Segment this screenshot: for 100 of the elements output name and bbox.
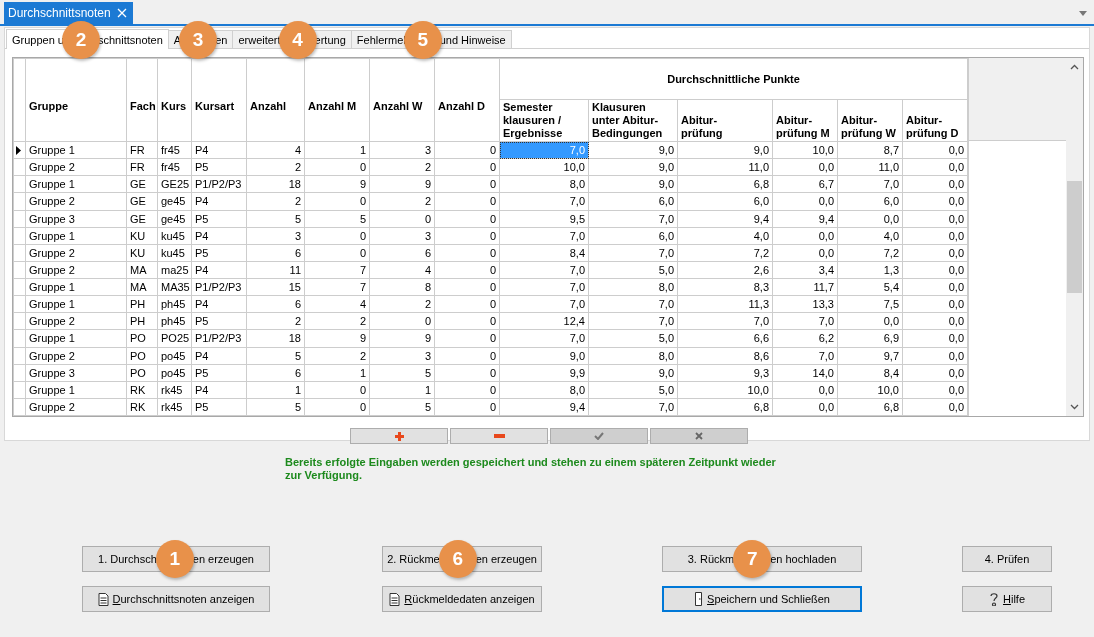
table-cell: 0,0	[948, 263, 965, 276]
table-cell: 9,0	[753, 144, 769, 157]
table-cell: 7,0	[658, 246, 674, 259]
column-header: Abitur- prüfung	[681, 114, 723, 139]
table-cell: 9,0	[658, 366, 674, 379]
table-cell: 4,0	[883, 229, 899, 242]
table-cell: 0,0	[948, 161, 965, 174]
table-cell: 11,7	[813, 281, 834, 294]
table-cell: 0,0	[818, 229, 834, 242]
table-cell: MA	[130, 281, 147, 294]
table-cell: 10,0	[877, 383, 899, 396]
table-cell: 2	[294, 315, 301, 328]
table-cell: 11,0	[748, 161, 769, 174]
table-cell: P4	[195, 195, 209, 208]
table-cell: PO	[130, 349, 146, 362]
table-cell: 2,6	[753, 263, 769, 276]
column-header: Klausuren unter Abitur- Bedingungen	[592, 101, 663, 139]
step-callout-overlay: 6	[438, 540, 477, 578]
table-cell: 0,0	[883, 212, 899, 225]
table-cell: 9,4	[753, 212, 769, 225]
table-cell: 8,0	[658, 349, 674, 362]
table-cell: 4	[294, 144, 301, 157]
table-cell: 6,0	[753, 195, 769, 208]
table-cell: 15	[288, 281, 301, 294]
step-callout-overlay: 3	[179, 20, 218, 59]
table-cell: FR	[130, 144, 145, 157]
table-cell: 9,0	[569, 349, 585, 362]
table-cell: 5	[294, 212, 301, 225]
table-cell: GE	[130, 195, 146, 208]
table-cell: 0	[489, 332, 496, 345]
column-header: Anzahl	[250, 100, 287, 112]
table-cell: 0,0	[948, 349, 965, 362]
table-cell: 10,0	[747, 383, 769, 396]
table-cell: 0	[489, 161, 496, 174]
table-cell: RK	[130, 400, 146, 413]
table-cell: 0	[489, 178, 496, 191]
table-cell: RK	[130, 383, 146, 396]
table-cell: 14,0	[812, 366, 834, 379]
table-cell: 9,7	[883, 349, 899, 362]
column-header: Abitur- prüfung W	[841, 114, 896, 139]
table-cell: 6,0	[658, 229, 674, 242]
table-cell: 0	[489, 400, 496, 413]
column-header: Anzahl D	[438, 100, 486, 112]
table-cell: 0,0	[818, 246, 834, 259]
table-cell: 8,0	[569, 178, 585, 191]
table-cell: 7	[359, 263, 366, 276]
table-cell: Gruppe 2	[29, 315, 75, 328]
table-cell: rk45	[161, 383, 183, 396]
table-cell: 9	[359, 178, 366, 191]
table-cell: 0,0	[948, 229, 965, 242]
table-cell: Gruppe 2	[29, 400, 75, 413]
table-cell: 9,0	[658, 161, 674, 174]
table-cell: 9,4	[569, 400, 585, 413]
table-cell: fr45	[161, 144, 180, 157]
table-cell: 5,0	[658, 263, 674, 276]
table-cell: 8,4	[883, 366, 899, 379]
table-cell: 7,0	[818, 315, 834, 328]
table-cell: 0,0	[818, 195, 834, 208]
table-cell: 11	[289, 263, 301, 276]
table-cell: 5	[359, 212, 366, 225]
table-cell: 0,0	[948, 144, 965, 157]
table-cell: Gruppe 2	[29, 246, 75, 259]
table-cell: 0,0	[948, 281, 965, 294]
table-cell: 6,8	[883, 400, 899, 413]
table-cell: 0	[489, 383, 496, 396]
table-cell: 9,5	[569, 212, 585, 225]
table-cell: 1	[359, 144, 366, 157]
table-cell: 8,4	[569, 246, 585, 259]
column-header: Kurs	[161, 100, 187, 112]
table-cell: 2	[359, 349, 366, 362]
table-cell: 0,0	[948, 383, 965, 396]
table-cell: 1	[294, 383, 301, 396]
table-cell: 2	[359, 315, 366, 328]
table-cell: 2	[294, 161, 301, 174]
table-cell: P1/P2/P3	[195, 281, 242, 294]
table-cell: 2	[294, 195, 301, 208]
table-cell: 6,9	[883, 332, 899, 345]
table-cell: ku45	[161, 229, 185, 242]
table-cell: 4	[424, 263, 431, 276]
table-cell: Gruppe 1	[29, 281, 75, 294]
table-cell: 0,0	[883, 315, 899, 328]
table-cell: 0	[489, 315, 496, 328]
table-cell: 7,0	[753, 315, 769, 328]
table-cell: 10,0	[812, 144, 834, 157]
table-cell: P5	[195, 315, 209, 328]
table-cell: Gruppe 1	[29, 178, 75, 191]
table-cell: 0,0	[948, 315, 965, 328]
table-cell: ge45	[161, 195, 186, 208]
table-cell: P4	[195, 144, 209, 157]
table-cell: 1	[359, 366, 366, 379]
table-cell: KU	[130, 246, 146, 259]
info-message: Bereits erfolgte Eingaben werden gespeichert und stehen zu einem späteren Zeitpunkt wieder zur Verfügung.	[285, 456, 777, 482]
table-cell: 5,0	[658, 383, 674, 396]
table-cell: GE25	[161, 178, 190, 191]
table-cell: 0	[359, 229, 366, 242]
table-cell: P1/P2/P3	[195, 332, 242, 345]
table-cell: fr45	[161, 161, 180, 174]
table-cell: 5	[294, 349, 301, 362]
table-cell: 0	[489, 195, 496, 208]
table-cell: 0,0	[948, 212, 965, 225]
